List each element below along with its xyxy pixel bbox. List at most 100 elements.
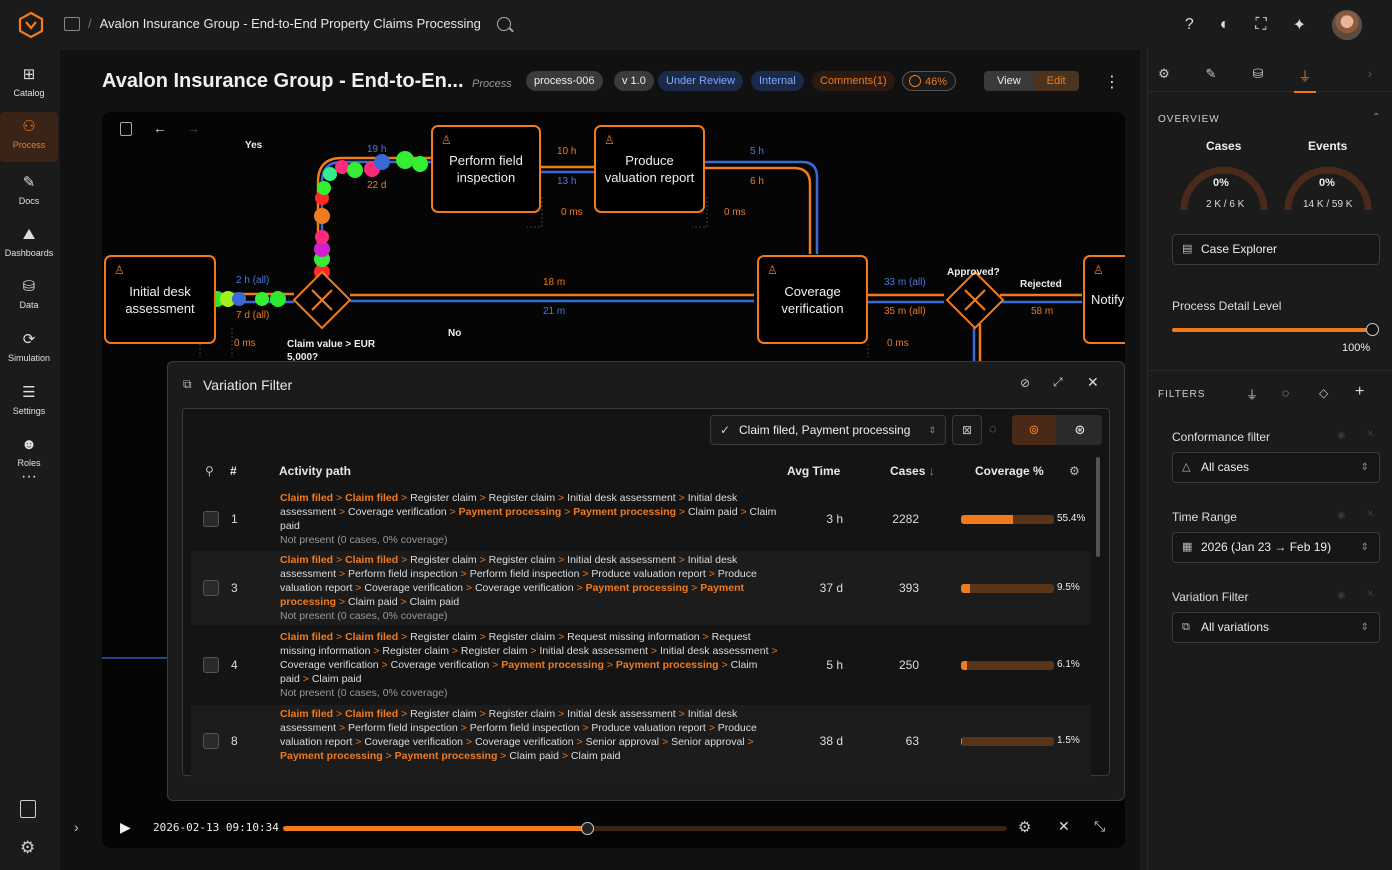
nav-catalog[interactable]: ⊞ Catalog <box>0 60 58 110</box>
tab-settings-icon[interactable]: ⚙ <box>1153 66 1175 86</box>
replay-scrubber[interactable] <box>581 822 595 835</box>
time-range-select[interactable]: ▦ 2026 (Jan 23 → Feb 19) ⇕ <box>1172 532 1380 563</box>
bookmark-icon[interactable] <box>20 800 36 818</box>
ai-sparkle-icon[interactable]: ✦ <box>1293 15 1306 35</box>
table-row[interactable]: 3 Claim filed > Claim filed > Register cl… <box>191 551 1091 625</box>
expand-sidebar-icon[interactable]: › <box>74 819 79 835</box>
nav-simulation[interactable]: ⟳ Simulation <box>0 325 58 375</box>
path-arrow: > <box>579 722 592 734</box>
coverage-bar <box>961 584 1054 593</box>
table-row[interactable]: 4 Claim filed > Claim filed > Register cl… <box>191 628 1091 702</box>
collapse-overview-icon[interactable]: ⌃ <box>1372 112 1380 123</box>
remove-filter-icon[interactable]: ✕ <box>1366 509 1374 520</box>
table-scrollbar[interactable] <box>1096 457 1100 557</box>
chevron-updown-icon: ⇕ <box>1360 622 1369 633</box>
node-coverage-verification[interactable]: ♙ Coverage verification <box>757 255 868 344</box>
replay-collapse-icon[interactable]: ⤡ <box>1094 818 1105 835</box>
path-activity: Claim filed <box>280 708 334 720</box>
chevron-updown-icon: ⇕ <box>1360 542 1369 553</box>
more-icon[interactable]: ··· <box>0 468 58 518</box>
path-activity: Claim filed <box>345 631 399 643</box>
nav-label: Catalog <box>13 88 45 98</box>
table-row[interactable]: 8 Claim filed > Claim filed > Register cl… <box>191 705 1091 777</box>
path-activity: Claim paid <box>687 506 738 518</box>
path-activity: Claim filed <box>280 492 334 504</box>
nav-label: Settings <box>12 406 46 416</box>
deselect-all-icon[interactable]: ⊠ <box>952 415 982 445</box>
folder-icon[interactable] <box>64 16 80 31</box>
path-arrow: > <box>398 631 411 643</box>
path-activity: Senior approval <box>671 736 745 748</box>
edit-button[interactable]: Edit <box>1033 71 1079 91</box>
close-icon[interactable]: ✕ <box>1087 374 1099 391</box>
row-checkbox[interactable] <box>203 580 219 596</box>
play-icon[interactable]: ▶ <box>120 819 131 836</box>
undo-icon[interactable]: ← <box>153 120 167 136</box>
row-checkbox[interactable] <box>203 511 219 527</box>
node-notify[interactable]: ♙ Notify <box>1083 255 1125 344</box>
nav-process[interactable]: ⚇ Process <box>0 112 58 162</box>
exclude-mode-icon[interactable]: ⊛ <box>1058 415 1102 445</box>
path-activity: Coverage verification <box>474 582 574 594</box>
col-activity-path[interactable]: Activity path <box>279 464 351 478</box>
activity-selector[interactable]: ✓ Claim filed, Payment processing ⇕ <box>710 415 946 445</box>
more-options-icon[interactable]: ⋮ <box>1104 72 1120 92</box>
path-activity: Coverage verification <box>390 659 490 671</box>
path-arrow: > <box>705 722 718 734</box>
col-coverage[interactable]: Coverage % <box>975 464 1044 478</box>
row-checkbox[interactable] <box>203 657 219 673</box>
col-cases[interactable]: Cases ↓ <box>890 464 935 478</box>
detail-level-slider[interactable] <box>1172 323 1379 336</box>
tab-filter-icon[interactable]: ⏚ <box>1294 66 1316 93</box>
node-produce-valuation-report[interactable]: ♙ Produce valuation report <box>594 125 705 213</box>
remove-filter-icon[interactable]: ✕ <box>1366 589 1374 600</box>
remove-filter-icon[interactable]: ✕ <box>1366 429 1374 440</box>
node-perform-field-inspection[interactable]: ♙ Perform field inspection <box>431 125 541 213</box>
expand-icon[interactable]: ⤢ <box>1053 375 1063 390</box>
nav-dashboards[interactable]: ⛰ Dashboards <box>0 220 58 270</box>
conformance-filter-select[interactable]: △ All cases ⇕ <box>1172 452 1380 483</box>
case-explorer-button[interactable]: ▤ Case Explorer <box>1172 234 1380 265</box>
lock-icon[interactable] <box>120 122 132 136</box>
nav-settings[interactable]: ☰ Settings <box>0 378 58 428</box>
replay-timeline[interactable] <box>283 822 1007 835</box>
tab-edit-icon[interactable]: ✎ <box>1200 66 1222 86</box>
node-initial-desk-assessment[interactable]: ♙ Initial desk assessment <box>104 255 216 344</box>
user-avatar[interactable] <box>1332 10 1362 40</box>
redo-icon[interactable]: → <box>186 120 200 136</box>
tag-icon[interactable]: ◇ <box>1319 386 1328 400</box>
filter-config-icon[interactable]: ⏚ <box>1246 386 1258 403</box>
path-arrow: > <box>398 492 411 504</box>
path-activity: Senior approval <box>585 736 660 748</box>
path-activity: Claim filed <box>345 708 399 720</box>
visibility-icon[interactable]: ◉ <box>1337 510 1346 521</box>
visibility-icon[interactable]: ◉ <box>1337 430 1346 441</box>
add-filter-icon[interactable]: + <box>1355 383 1364 401</box>
detail-level-knob[interactable] <box>1366 323 1379 336</box>
filter-icon[interactable]: ⚲ <box>205 464 214 478</box>
replay-settings-icon[interactable]: ⚙ <box>1018 818 1031 836</box>
col-avg-time[interactable]: Avg Time <box>787 464 840 478</box>
table-row[interactable]: 1 Claim filed > Claim filed > Register cl… <box>191 489 1091 549</box>
tab-data-icon[interactable]: ⛁ <box>1247 66 1269 86</box>
help-icon[interactable]: ? <box>1185 16 1194 34</box>
search-icon[interactable] <box>497 17 511 31</box>
variation-filter-select[interactable]: ⧉ All variations ⇕ <box>1172 612 1380 643</box>
hide-icon[interactable]: ◌ <box>1282 386 1289 400</box>
comments-button[interactable]: Comments(1) <box>812 71 895 91</box>
theme-toggle-icon[interactable]: ◐ <box>1220 16 1230 34</box>
app-logo-icon[interactable] <box>18 11 44 39</box>
nav-docs[interactable]: ✎ Docs <box>0 168 58 218</box>
column-settings-icon[interactable]: ⚙ <box>1069 464 1080 478</box>
tab-next-icon[interactable]: › <box>1359 66 1381 86</box>
clear-filter-icon[interactable]: ⊘ <box>1020 376 1030 390</box>
view-button[interactable]: View <box>984 71 1034 91</box>
replay-close-icon[interactable]: ✕ <box>1058 818 1070 835</box>
gear-icon[interactable]: ⚙ <box>20 838 35 858</box>
row-checkbox[interactable] <box>203 733 219 749</box>
fullscreen-icon[interactable]: ⛶ <box>1255 16 1266 34</box>
nav-data[interactable]: ⛁ Data <box>0 272 58 322</box>
include-mode-icon[interactable]: ⊚ <box>1012 415 1056 445</box>
visibility-icon[interactable]: ◉ <box>1337 590 1346 601</box>
breadcrumb-process-name[interactable]: Avalon Insurance Group - End-to-End Prop… <box>100 16 481 31</box>
